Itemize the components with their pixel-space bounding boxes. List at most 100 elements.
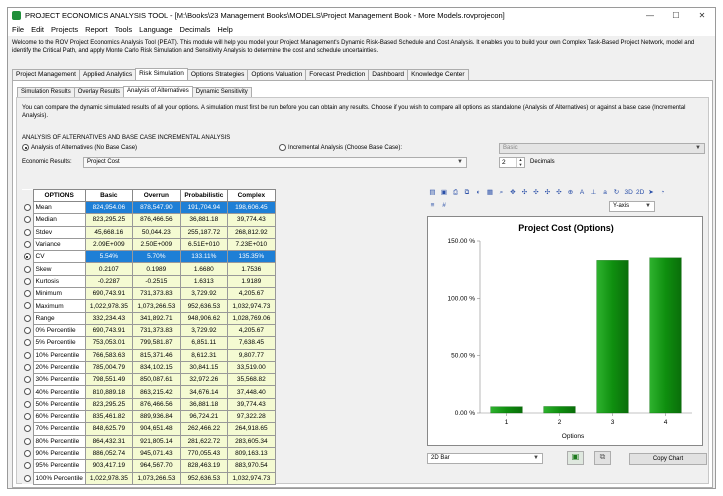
row-radio[interactable] (22, 422, 33, 436)
row-radio-button[interactable] (23, 240, 31, 248)
row-radio-button[interactable] (23, 327, 31, 334)
menu-file[interactable]: File (12, 25, 24, 34)
row-radio[interactable] (22, 299, 33, 313)
economic-results-select[interactable]: Project Cost ▼ (83, 157, 467, 168)
move-down-icon[interactable]: ✣ (533, 189, 540, 196)
move-right-icon[interactable]: ✣ (556, 189, 563, 196)
table-row[interactable]: 30% Percentile 798,551.49 850,087.61 32,972… (22, 373, 276, 387)
tab-overlay-results[interactable]: Overlay Results (73, 87, 125, 97)
tab-simulation-results[interactable]: Simulation Results (17, 87, 75, 97)
table-row[interactable]: 90% Percentile 886,052.74 945,071.43 770,05… (22, 446, 276, 461)
table-row[interactable]: 40% Percentile 810,889.18 863,215.42 34,676… (22, 385, 276, 399)
incremental-radio-group[interactable]: Incremental Analysis (Choose Base Case): (279, 144, 402, 151)
row-radio[interactable] (22, 398, 33, 411)
row-radio-button[interactable] (23, 474, 31, 482)
row-radio-button[interactable] (23, 216, 31, 224)
row-radio[interactable] (22, 336, 33, 350)
row-radio-button[interactable] (23, 277, 31, 285)
menu-report[interactable]: Report (85, 25, 108, 34)
row-radio[interactable] (22, 410, 33, 423)
zoom-in-icon[interactable]: ⊕ (567, 189, 574, 196)
row-radio[interactable] (22, 459, 33, 473)
text-icon[interactable]: A (579, 189, 586, 196)
tab-analysis-of-alternatives[interactable]: Analysis of Alternatives (123, 86, 193, 97)
row-radio-button[interactable] (23, 388, 31, 396)
row-radio[interactable] (22, 312, 33, 325)
row-radio-button[interactable] (23, 400, 31, 408)
menu-tools[interactable]: Tools (115, 25, 133, 34)
row-radio[interactable] (22, 361, 33, 374)
open-folder-icon[interactable]: ▤ (429, 189, 436, 196)
row-radio-button[interactable] (23, 314, 31, 322)
row-radio[interactable] (22, 472, 33, 485)
spin-arrows-icon[interactable]: ▲ ▼ (516, 157, 524, 167)
row-radio[interactable] (22, 250, 33, 263)
alternatives-radio-group[interactable]: Analysis of Alternatives (No Base Case) (22, 144, 137, 151)
row-radio-button[interactable] (23, 425, 31, 433)
menu-edit[interactable]: Edit (31, 25, 44, 34)
legend-icon[interactable]: ≡ (429, 202, 436, 209)
row-radio[interactable] (22, 226, 33, 239)
row-radio-button[interactable] (23, 376, 31, 384)
row-radio-button[interactable] (23, 290, 31, 298)
table-row[interactable]: 100% Percentile 1,022,978.35 1,073,266.53 9… (22, 471, 276, 485)
row-radio-button[interactable] (23, 339, 31, 347)
row-radio[interactable] (22, 213, 33, 227)
pie-icon[interactable]: ◔ (659, 189, 666, 196)
row-radio-button[interactable] (23, 413, 31, 421)
minimize-button[interactable]: — (637, 8, 663, 23)
column-header-complex[interactable]: Complex (226, 189, 276, 202)
row-radio-button[interactable] (23, 204, 31, 212)
row-radio-button[interactable] (23, 462, 31, 470)
copy-icon[interactable]: ⧉ (464, 189, 471, 196)
table-row[interactable]: 50% Percentile 823,295.25 876,466.56 36,881… (22, 397, 276, 412)
table-row[interactable]: 0% Percentile 690,743.91 731,373.83 3,729.9… (22, 323, 276, 338)
row-radio-button[interactable] (23, 437, 31, 445)
base-case-select[interactable]: Basic ▼ (499, 143, 705, 154)
save-icon[interactable]: ▣ (441, 189, 448, 196)
table-row[interactable]: 80% Percentile 864,432.31 921,805.14 281,62… (22, 434, 276, 448)
table-row[interactable]: Variance 2.09E+009 2.50E+009 6.51E+010 7.23E… (22, 237, 276, 252)
row-radio[interactable] (22, 324, 33, 337)
row-radio[interactable] (22, 373, 33, 386)
table-row[interactable]: Range 332,234.43 341,892.71 948,906.62 1,028… (22, 311, 276, 325)
row-radio[interactable] (22, 275, 33, 288)
table-row[interactable]: Minimum 690,743.91 731,373.83 3,729.92 4,205… (22, 287, 276, 301)
row-radio-button[interactable] (23, 265, 31, 273)
axis-icon[interactable]: ⊥ (590, 189, 597, 196)
move-left-icon[interactable]: ✣ (544, 189, 551, 196)
export-excel-button[interactable]: ▣ (567, 451, 584, 465)
table-row[interactable]: Maximum 1,022,978.35 1,073,266.53 952,636.5… (22, 299, 276, 313)
move-icon[interactable]: ✥ (510, 189, 517, 196)
alternatives-radio[interactable] (22, 144, 29, 151)
table-row[interactable]: Kurtosis -0.2287 -0.2515 1.6313 1.9189 (22, 274, 276, 289)
3d-icon[interactable]: 3D (625, 189, 633, 196)
column-header-probabilistic[interactable]: Probabilistic (179, 189, 228, 202)
row-radio[interactable] (22, 238, 33, 251)
table-row[interactable]: Median 823,295.25 876,466.56 36,881.18 39,77… (22, 213, 276, 227)
table-row[interactable]: 20% Percentile 785,004.79 834,102.15 30,841… (22, 360, 276, 375)
close-button[interactable]: ✕ (689, 8, 715, 23)
row-radio[interactable] (22, 262, 33, 276)
tab-knowledge-center[interactable]: Knowledge Center (407, 69, 469, 80)
row-radio[interactable] (22, 385, 33, 399)
axis-select[interactable]: Y-axis ▼ (609, 201, 655, 212)
menu-projects[interactable]: Projects (51, 25, 78, 34)
row-radio[interactable] (22, 435, 33, 448)
menu-decimals[interactable]: Decimals (180, 25, 211, 34)
label-icon[interactable]: a (602, 189, 609, 196)
row-radio[interactable] (22, 349, 33, 362)
grid-icon[interactable]: # (441, 202, 448, 209)
copy-image-button[interactable]: ⧉ (594, 451, 611, 465)
menu-help[interactable]: Help (217, 25, 232, 34)
tab-forecast-prediction[interactable]: Forecast Prediction (305, 69, 370, 80)
tab-dashboard[interactable]: Dashboard (368, 69, 409, 80)
row-radio-button[interactable] (23, 351, 31, 359)
table-row[interactable]: 10% Percentile 766,583.63 815,371.46 8,612.… (22, 348, 276, 362)
zoom-icon[interactable]: ⌕ (498, 189, 505, 196)
row-radio-button[interactable] (23, 363, 31, 371)
column-header-overrun[interactable]: Overrun (131, 189, 181, 202)
print-icon[interactable]: ⎙ (452, 189, 459, 196)
decimals-stepper[interactable]: 2 ▲ ▼ (499, 157, 525, 168)
tab-dynamic-sensitivity[interactable]: Dynamic Sensitivity (191, 87, 252, 97)
